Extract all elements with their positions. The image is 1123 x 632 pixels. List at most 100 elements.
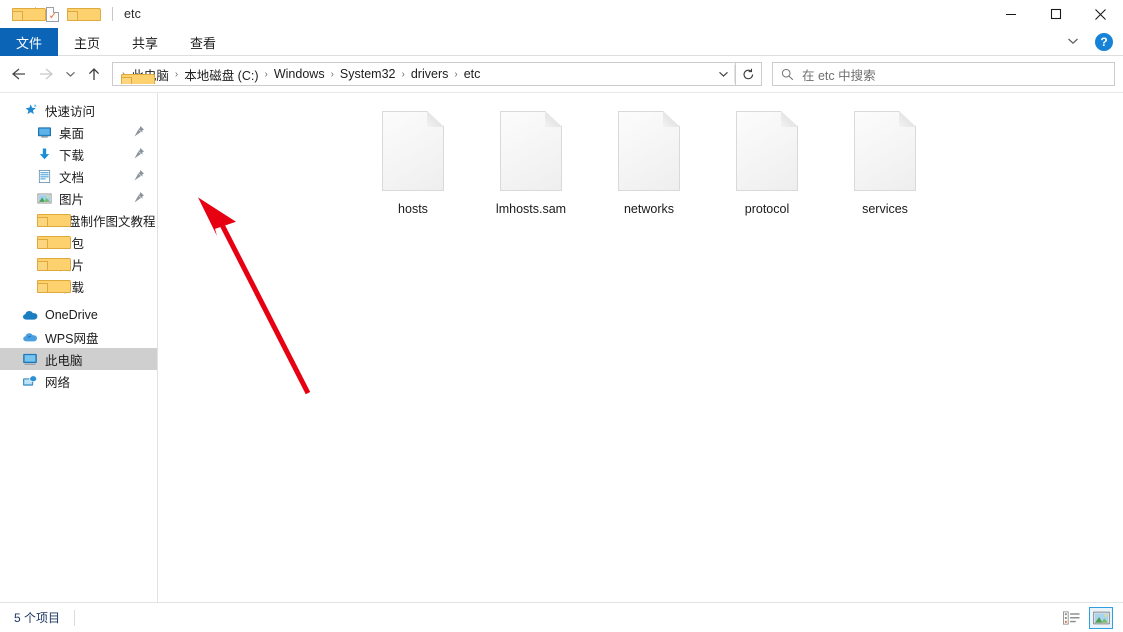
tab-view[interactable]: 查看 — [174, 28, 232, 56]
breadcrumb-item-drivers[interactable]: drivers — [406, 67, 454, 81]
tab-home[interactable]: 主页 — [58, 28, 116, 56]
pin-icon[interactable] — [133, 147, 145, 160]
file-grid: hosts lmhosts.sam networks protocol serv… — [158, 93, 1123, 216]
generic-file-icon — [736, 111, 798, 191]
back-button[interactable] — [4, 60, 32, 88]
search-input[interactable]: 在 etc 中搜索 — [772, 62, 1115, 86]
title-bar: ✓ etc — [0, 0, 1123, 28]
generic-file-icon — [382, 111, 444, 191]
sidebar-item-label: 网络 — [45, 375, 71, 390]
forward-button — [32, 60, 60, 88]
sidebar-item-label: 快速访问 — [45, 104, 96, 119]
pin-icon[interactable] — [133, 125, 145, 138]
folder-icon — [36, 278, 71, 294]
new-folder-icon[interactable] — [63, 3, 101, 25]
sidebar-item-pictures-folder[interactable]: 图片 — [0, 253, 157, 275]
up-button[interactable] — [80, 60, 108, 88]
sidebar-item-quick-access[interactable]: 快速访问 — [0, 99, 157, 121]
breadcrumb-item-etc[interactable]: etc — [459, 67, 486, 81]
ribbon-right-controls: ? — [1061, 28, 1117, 56]
sidebar-item-downloads[interactable]: 下载 — [0, 143, 157, 165]
sidebar-item-label: 桌面 — [59, 126, 85, 141]
file-name-label: networks — [623, 202, 675, 216]
sidebar-item-documents[interactable]: 文档 — [0, 165, 157, 187]
file-item-services[interactable]: services — [826, 111, 944, 216]
breadcrumb-item-system32[interactable]: System32 — [335, 67, 401, 81]
sidebar-item-desktop[interactable]: 桌面 — [0, 121, 157, 143]
generic-file-icon — [854, 111, 916, 191]
sidebar-item-label: 图片 — [59, 192, 85, 207]
tab-share[interactable]: 共享 — [116, 28, 174, 56]
file-explorer-window: ✓ etc 文件 主页 共享 查看 ? › 本地磁盘 (C:) › Window… — [0, 0, 1123, 632]
file-item-hosts[interactable]: hosts — [354, 111, 472, 216]
sidebar-item-this-pc[interactable]: 此电脑 — [0, 348, 157, 370]
chevron-down-icon[interactable] — [1061, 36, 1085, 48]
sidebar-item-pictures[interactable]: 图片 — [0, 187, 157, 209]
wps-cloud-icon — [22, 329, 38, 345]
sidebar-item-package-folder[interactable]: 打包 — [0, 231, 157, 253]
sidebar-item-label: 文档 — [59, 170, 85, 185]
sidebar-item-label: WPS网盘 — [45, 331, 99, 346]
recent-locations-icon[interactable] — [60, 60, 80, 88]
sidebar-item-label: OneDrive — [45, 308, 98, 322]
close-button[interactable] — [1078, 0, 1123, 28]
file-item-protocol[interactable]: protocol — [708, 111, 826, 216]
file-name-label: lmhosts.sam — [495, 202, 567, 216]
sidebar-item-downloads-folder[interactable]: 下载 — [0, 275, 157, 297]
address-divider — [734, 65, 735, 83]
file-list-pane[interactable]: hosts lmhosts.sam networks protocol serv… — [158, 93, 1123, 602]
sidebar-item-wps-cloud[interactable]: WPS网盘 — [0, 326, 157, 348]
sidebar-item-network[interactable]: 网络 — [0, 370, 157, 392]
sidebar-item-usb-tutorial-folder[interactable]: U盘制作图文教程 — [0, 209, 157, 231]
generic-file-icon — [500, 111, 562, 191]
folder-icon — [36, 212, 71, 228]
sidebar-item-onedrive[interactable]: OneDrive — [0, 304, 157, 326]
quick-access-star-icon — [22, 102, 38, 118]
address-bar[interactable]: › 此电脑 › 本地磁盘 (C:) › Windows › System32 ›… — [112, 62, 736, 86]
refresh-button[interactable] — [736, 62, 762, 86]
file-name-label: hosts — [398, 202, 428, 216]
address-dropdown-icon[interactable] — [712, 63, 734, 85]
pictures-icon — [36, 190, 52, 206]
window-controls — [988, 0, 1123, 28]
onedrive-cloud-icon — [22, 307, 38, 323]
breadcrumb-item-local-disk[interactable]: 本地磁盘 (C:) — [179, 65, 263, 84]
window-title: etc — [124, 7, 141, 21]
help-icon[interactable]: ? — [1095, 33, 1113, 51]
minimize-button[interactable] — [988, 0, 1033, 28]
qat-divider-2 — [112, 7, 113, 21]
item-count-label: 5 个项目 — [14, 611, 61, 625]
navigation-pane: 快速访问 桌面 下载 文档 图片 U盘制作图文教程 打包 图片 下载 OneDr… — [0, 93, 158, 602]
breadcrumb-item-windows[interactable]: Windows — [269, 67, 330, 81]
documents-icon — [36, 168, 52, 184]
large-icons-view-button[interactable] — [1089, 607, 1113, 629]
pin-icon[interactable] — [133, 169, 145, 182]
view-mode-buttons — [1059, 603, 1113, 632]
sidebar-item-label: 此电脑 — [45, 353, 83, 368]
folder-icon — [36, 234, 71, 250]
explorer-body: 快速访问 桌面 下载 文档 图片 U盘制作图文教程 打包 图片 下载 OneDr… — [0, 92, 1123, 602]
status-divider — [74, 609, 76, 626]
sidebar-item-label: U盘制作图文教程 — [59, 214, 156, 229]
sidebar-item-label: 下载 — [59, 148, 85, 163]
quick-access-toolbar: ✓ etc — [0, 0, 141, 28]
file-name-label: services — [862, 202, 908, 216]
folder-icon[interactable] — [8, 3, 46, 25]
file-name-label: protocol — [744, 202, 790, 216]
status-bar: 5 个项目 — [0, 602, 1123, 632]
details-view-button[interactable] — [1059, 607, 1083, 629]
pin-icon[interactable] — [133, 191, 145, 204]
search-placeholder: 在 etc 中搜索 — [802, 68, 876, 83]
breadcrumb: › 此电脑 › 本地磁盘 (C:) › Windows › System32 ›… — [113, 65, 712, 84]
file-item-networks[interactable]: networks — [590, 111, 708, 216]
this-pc-icon — [22, 351, 38, 367]
search-icon — [781, 68, 794, 80]
folder-icon — [36, 256, 71, 272]
maximize-button[interactable] — [1033, 0, 1078, 28]
tab-file[interactable]: 文件 — [0, 28, 59, 56]
downloads-icon — [36, 146, 52, 162]
address-bar-row: › 此电脑 › 本地磁盘 (C:) › Windows › System32 ›… — [0, 56, 1123, 92]
ribbon-tab-bar: 文件 主页 共享 查看 ? — [0, 28, 1123, 56]
file-item-lmhosts-sam[interactable]: lmhosts.sam — [472, 111, 590, 216]
